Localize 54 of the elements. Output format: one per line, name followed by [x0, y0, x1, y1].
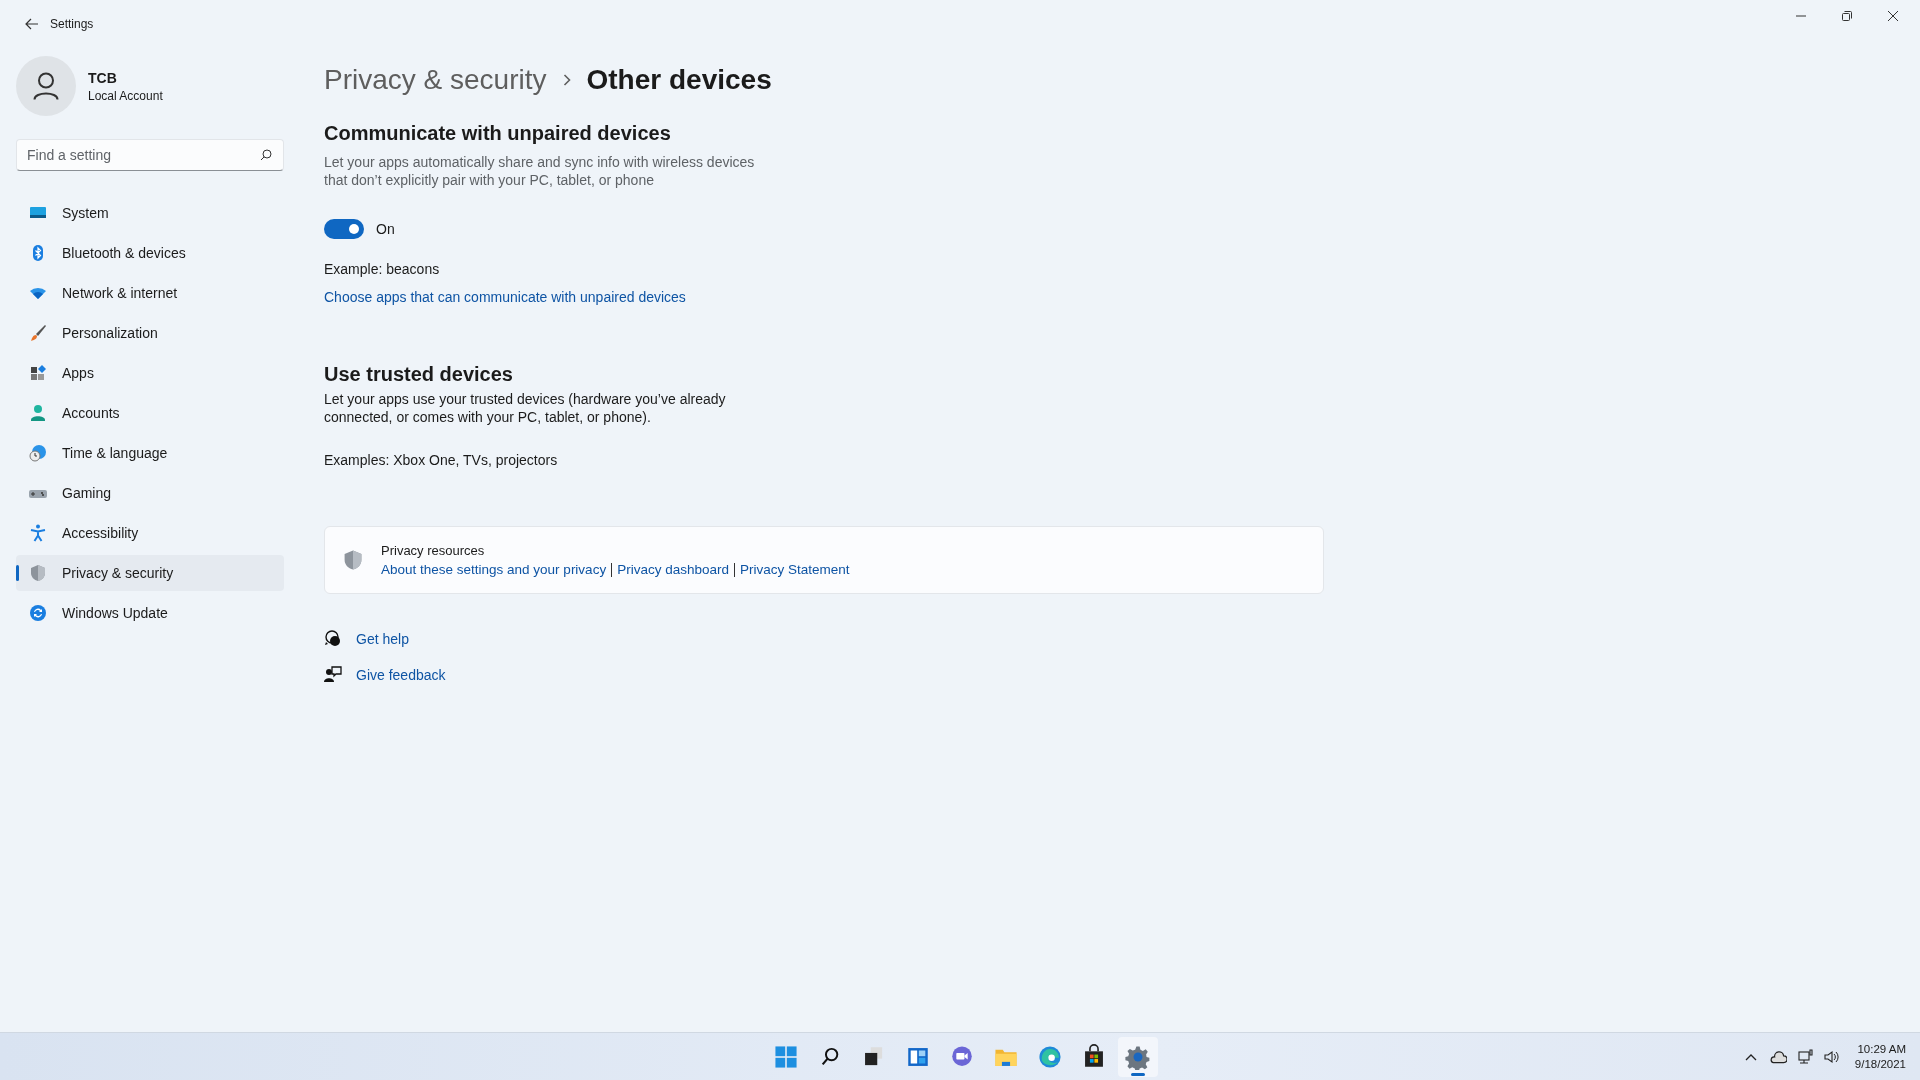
window-title: Settings: [50, 17, 94, 31]
sidebar-item[interactable]: Gaming: [16, 475, 284, 511]
restore-icon: [1842, 11, 1852, 21]
link[interactable]: Choose apps that can communicate with unpaired devices: [324, 289, 686, 305]
sidebar-item[interactable]: Network & internet: [16, 275, 284, 311]
page-title: Other devices: [586, 64, 772, 96]
search-field[interactable]: Find a setting: [16, 139, 284, 171]
link[interactable]: Privacy Statement: [739, 562, 850, 577]
person-icon: [28, 403, 48, 423]
windows-logo-icon: [773, 1043, 799, 1070]
toggle-switch[interactable]: [324, 219, 364, 239]
section-description: Let your apps use your trusted devices (hardware you’ve already connected, or comes with your PC, tablet, or phone).: [324, 390, 727, 426]
sidebar-item[interactable]: Privacy & security: [16, 555, 284, 591]
section-heading: Communicate with unpaired devices: [324, 122, 672, 145]
running-indicator: [1131, 1072, 1145, 1076]
back-arrow-icon: [25, 18, 39, 30]
toggle-label: On: [376, 221, 395, 237]
chevron-right-icon: [562, 74, 571, 86]
shield-icon: [28, 563, 48, 583]
clock[interactable]: 10:29 AM 9/18/2021: [1854, 1041, 1906, 1072]
link[interactable]: About these settings and your privacy: [381, 562, 607, 577]
accessibility-icon: [28, 523, 48, 543]
breadcrumb-link[interactable]: Privacy & security: [324, 64, 547, 96]
sidebar-item[interactable]: Personalization: [16, 315, 284, 351]
gear-icon: [1125, 1043, 1151, 1070]
example-text: Examples: Xbox One, TVs, projectors: [324, 452, 559, 468]
sidebar-item[interactable]: Accessibility: [16, 515, 284, 551]
apps-icon: [28, 363, 48, 383]
network-icon[interactable]: [1796, 1048, 1813, 1065]
paintbrush-icon: [28, 323, 48, 343]
close-icon: [1888, 11, 1898, 21]
section-description: Let your apps automatically share and sync info with wireless devices that don’t explicitly pair with your PC, tablet, or phone: [324, 153, 756, 189]
sidebar-item[interactable]: Time & language: [16, 435, 284, 471]
sync-icon: [28, 603, 48, 623]
sidebar-item[interactable]: Windows Update: [16, 595, 284, 631]
account-type: Local Account: [88, 88, 163, 103]
sidebar-item[interactable]: System: [16, 195, 284, 231]
feedback-icon: [324, 666, 342, 684]
browser-icon: [1037, 1043, 1063, 1070]
person-icon: [33, 72, 59, 100]
link[interactable]: Privacy dashboard: [617, 562, 729, 577]
globe-clock-icon: [28, 443, 48, 463]
sidebar-item[interactable]: Bluetooth & devices: [16, 235, 284, 271]
section-heading: Use trusted devices: [324, 363, 514, 386]
sidebar-item[interactable]: Accounts: [16, 395, 284, 431]
speaker-icon[interactable]: [1822, 1048, 1839, 1065]
account-name: TCB: [88, 69, 118, 86]
sidebar-item[interactable]: Apps: [16, 355, 284, 391]
selection-indicator: [16, 565, 19, 581]
card-title: Privacy resources: [381, 543, 486, 558]
link[interactable]: Give feedback: [356, 667, 446, 683]
link[interactable]: Get help: [356, 631, 409, 647]
example-text: Example: beacons: [324, 261, 441, 277]
search-icon: [260, 149, 272, 161]
